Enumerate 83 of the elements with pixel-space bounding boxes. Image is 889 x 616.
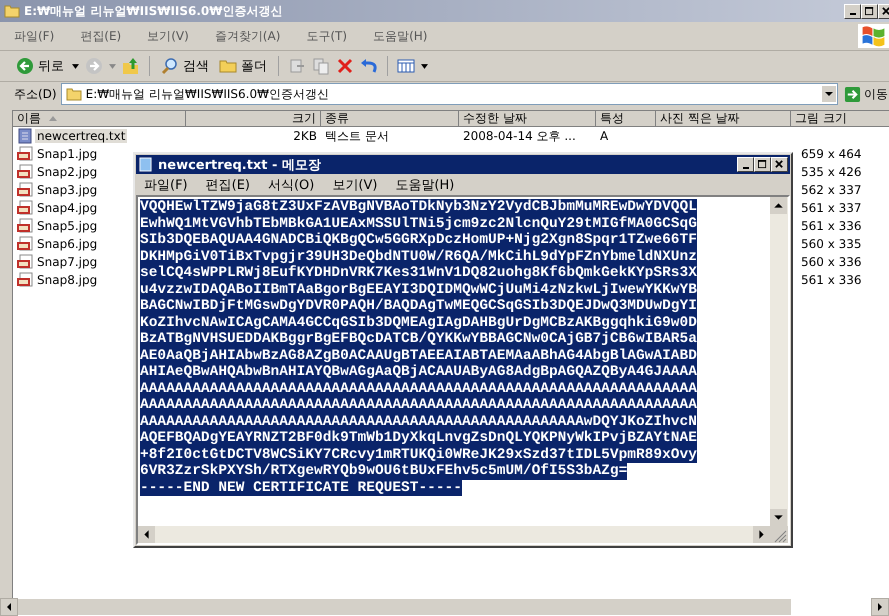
delete-icon[interactable] [336,57,354,75]
file-name[interactable]: Snap7.jpg [35,255,100,269]
search-icon [161,57,179,75]
maximize-icon [865,6,874,16]
image-file-icon [17,200,33,216]
file-name[interactable]: Snap2.jpg [35,165,100,179]
menu-item[interactable]: 보기(V) [332,176,378,194]
views-icon[interactable] [397,57,415,75]
menu-item[interactable]: 도움말(H) [395,176,454,194]
file-name[interactable]: newcertreq.txt [35,129,128,143]
file-name[interactable]: Snap8.jpg [35,273,100,287]
image-file-icon [17,236,33,252]
menu-item[interactable]: 도구(T) [306,28,348,44]
go-button[interactable]: 이동 [842,86,889,102]
image-file-icon [17,218,33,234]
scroll-right-icon[interactable] [753,526,770,543]
column-header[interactable]: 특성 [596,111,656,127]
column-header[interactable]: 그림 크기 [791,111,889,127]
image-file-icon [17,164,33,180]
notepad-icon [139,157,152,172]
menu-item[interactable]: 보기(V) [147,28,189,44]
close-icon [882,6,889,16]
column-header[interactable]: 수정한 날짜 [459,111,596,127]
folder-icon [66,87,82,101]
file-name[interactable]: Snap6.jpg [35,237,100,251]
image-file-icon [17,272,33,288]
file-name[interactable]: Snap4.jpg [35,201,100,215]
minimize-button[interactable] [844,4,861,18]
image-dimensions: 561 x 337 [801,201,862,215]
file-name[interactable]: Snap3.jpg [35,183,100,197]
caret-icon[interactable] [421,64,428,68]
scroll-right-icon[interactable] [871,598,889,616]
column-header[interactable]: 종류 [321,111,459,127]
menu-item[interactable]: 파일(F) [14,28,54,44]
caret-icon[interactable] [72,64,79,68]
file-size: 2KB [293,129,317,143]
maximize-button[interactable] [861,4,878,18]
windows-logo-icon [858,24,889,48]
menu-item[interactable]: 도움말(H) [373,28,428,44]
image-dimensions: 560 x 335 [801,237,862,251]
scroll-down-icon[interactable] [770,509,787,526]
menu-item[interactable]: 편집(E) [80,28,122,44]
close-button[interactable] [771,157,788,172]
maximize-button[interactable] [754,157,771,172]
menu-item[interactable]: 파일(F) [144,176,188,194]
menu-item[interactable]: 즐겨찾기(A) [214,28,280,44]
sort-arrow-icon [49,116,57,121]
image-dimensions: 561 x 336 [801,219,862,233]
minimize-button[interactable] [737,157,754,172]
image-file-icon [17,182,33,198]
image-dimensions: 561 x 336 [801,273,862,287]
undo-icon[interactable] [360,57,378,75]
column-header[interactable]: 사진 찍은 날짜 [656,111,791,127]
scroll-left-icon[interactable] [138,526,155,543]
folders-button[interactable]: 폴더 [217,57,269,75]
file-name[interactable]: Snap5.jpg [35,219,100,233]
minimize-icon [850,13,856,15]
file-name[interactable]: Snap1.jpg [35,147,100,161]
window-title: newcertreq.txt - 메모장 [158,156,322,174]
close-icon [775,160,784,169]
scroll-up-icon[interactable] [770,197,787,214]
image-dimensions: 560 x 336 [801,255,862,269]
column-header[interactable]: 이름 [13,111,186,127]
search-button[interactable]: 검색 [159,57,211,75]
image-dimensions: 535 x 426 [801,165,862,179]
menu-item[interactable]: 편집(E) [206,176,250,194]
modified-date: 2008-04-14 오후 ... [463,128,576,144]
file-attribute: A [600,129,608,143]
file-type: 텍스트 문서 [325,128,389,144]
image-dimensions: 562 x 337 [801,183,862,197]
image-dimensions: 659 x 464 [801,147,862,161]
image-file-icon [17,254,33,270]
scroll-left-icon[interactable] [0,598,18,616]
minimize-icon [742,166,748,168]
text-file-icon [17,128,33,144]
menu-item[interactable]: 서식(O) [268,176,314,194]
column-header[interactable]: 크기 [186,111,321,127]
maximize-icon [758,160,767,169]
folder-icon [4,4,20,18]
image-file-icon [17,146,33,162]
back-button[interactable]: 뒤로 [14,57,66,75]
window-title: E:₩매뉴얼 리뉴얼₩IIS₩IIS6.0₩인증서갱신 [24,2,284,20]
address-label: 주소(D) [14,86,57,102]
